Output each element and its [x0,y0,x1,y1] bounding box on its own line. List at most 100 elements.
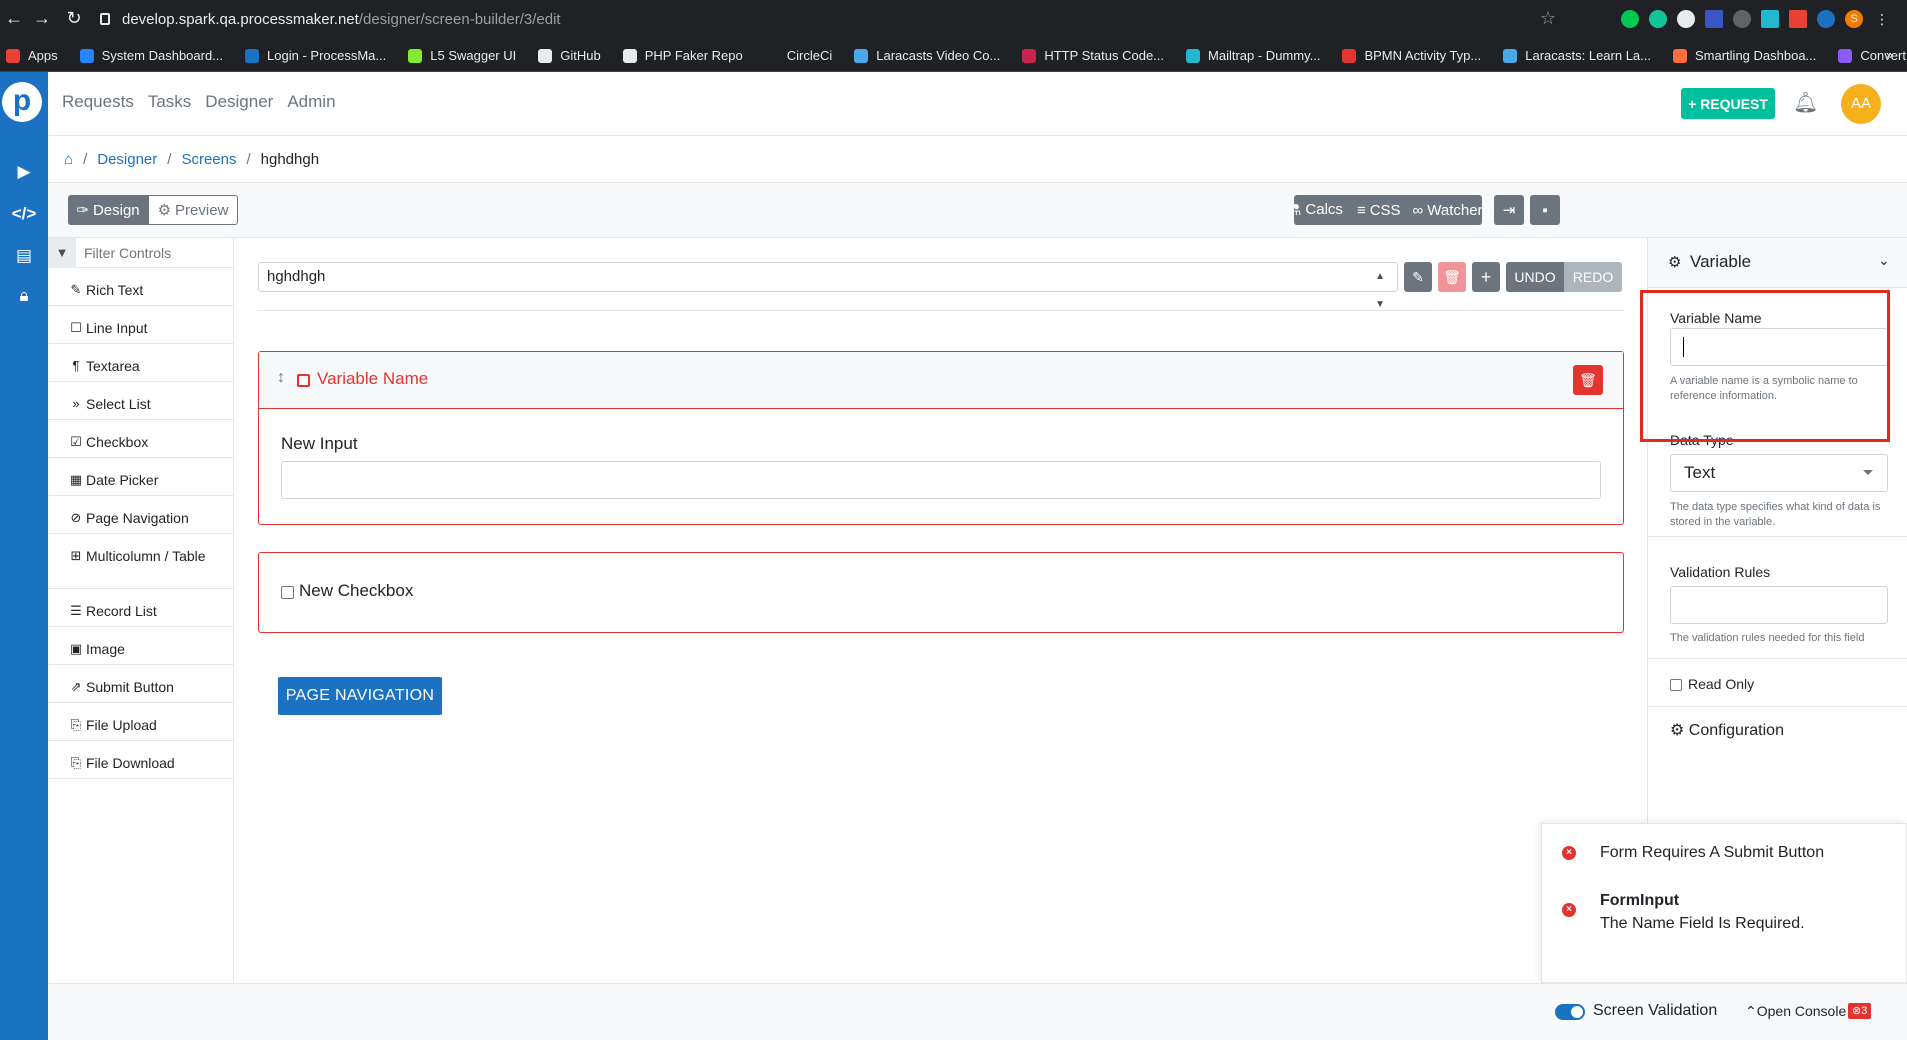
bookmark-item[interactable]: Login - ProcessMa... [245,48,386,63]
chevron-down-icon[interactable]: ⌄ [1878,252,1890,269]
delete-control-button[interactable]: 🗑︎ [1573,365,1603,395]
edit-page-button[interactable]: ✎ [1404,262,1432,292]
bookmark-item[interactable]: Apps [6,48,58,63]
bookmark-item[interactable]: CircleCi [764,48,832,63]
export-button[interactable]: ⇥ [1494,195,1524,225]
new-request-button[interactable]: + REQUEST [1681,88,1775,119]
processmaker-logo[interactable]: p [2,82,42,122]
error-title[interactable]: FormInput [1600,892,1679,910]
control-textarea[interactable]: ¶ Textarea [48,344,234,382]
nav-admin[interactable]: Admin [287,92,335,112]
validation-rules-input[interactable] [1670,586,1888,624]
extension-blue-icon[interactable] [1817,10,1835,28]
lock-icon[interactable]: 🔒︎ [10,284,38,308]
address-bar[interactable]: develop.spark.qa.processmaker.net/design… [100,6,1560,34]
extension-grammarly-icon[interactable] [1649,10,1667,28]
css-button[interactable]: ≡ CSS [1351,202,1407,219]
control-image[interactable]: ▣ Image [48,627,234,665]
code-icon[interactable]: </> [10,202,38,226]
new-input-field[interactable] [281,461,1601,499]
file-icon[interactable]: ▤ [10,244,38,268]
bookmark-item[interactable]: PHP Faker Repo [622,48,743,63]
data-type-select[interactable]: Text [1670,454,1888,492]
save-button[interactable]: ▪ [1530,195,1560,225]
screen-validation-toggle[interactable] [1555,1004,1585,1020]
play-circle-icon[interactable]: ▶ [10,160,38,184]
error-message[interactable]: Form Requires A Submit Button [1600,844,1824,862]
control-rich-text[interactable]: ✎ Rich Text [48,268,234,306]
drag-handle-icon[interactable]: ↕ [277,369,285,387]
filter-controls: ▼ [48,237,234,268]
redo-button[interactable]: REDO [1564,262,1622,292]
control-date-picker[interactable]: ▦ Date Picker [48,458,234,496]
extension-square-icon[interactable] [1705,10,1723,28]
bookmark-item[interactable]: HTTP Status Code... [1022,48,1164,63]
extension-icons: S ⋮ [1621,10,1891,28]
bookmark-star-icon[interactable]: ☆ [1536,8,1560,29]
control-multicolumn-table[interactable]: ⊞ Multicolumn / Table [48,534,234,589]
error-count-badge: ⊗3 [1848,1003,1872,1019]
nav-designer[interactable]: Designer [205,92,273,112]
control-file-upload[interactable]: ⎘ File Upload [48,703,234,741]
control-checkbox[interactable]: ☑ Checkbox [48,420,234,458]
control-page-navigation[interactable]: ⊘ Page Navigation [48,496,234,534]
bookmark-item[interactable]: Laracasts: Learn La... [1503,48,1651,63]
breadcrumb-screens[interactable]: Screens [181,151,236,168]
bookmark-item[interactable]: L5 Swagger UI [408,48,516,63]
bookmark-item[interactable]: System Dashboard... [79,48,223,63]
forward-arrow-icon[interactable]: → [30,8,54,29]
variable-section-header[interactable]: ⚙ Variable ⌄ [1648,238,1907,288]
nav-requests[interactable]: Requests [62,92,134,112]
section-divider [1648,706,1907,707]
bookmark-item[interactable]: GitHub [538,48,601,63]
lock-icon [100,13,110,25]
control-type-icon: ⎘ [70,755,82,770]
user-avatar[interactable]: AA [1841,84,1881,124]
screen-page-select[interactable]: hghdhgh ▲ ▼ [258,262,1398,310]
design-mode-button[interactable]: ✑ Design [68,195,148,225]
bell-icon[interactable]: 🔔︎ [1793,90,1818,115]
delete-page-button[interactable]: 🗑︎ [1438,262,1466,292]
read-only-checkbox[interactable] [1670,679,1682,691]
extension-teal-icon[interactable] [1761,10,1779,28]
bookmark-item[interactable]: Mailtrap - Dummy... [1186,48,1320,63]
control-type-icon: ✎ [70,282,82,297]
extension-red-icon[interactable] [1789,10,1807,28]
back-arrow-icon[interactable]: ← [2,8,26,29]
watchers-button[interactable]: ∞ Watchers [1407,202,1497,219]
control-select-list[interactable]: » Select List [48,382,234,420]
drafting-compass-icon: ✑ [76,202,89,219]
browser-menu-icon[interactable]: ⋮ [1873,10,1891,28]
extension-v-icon[interactable] [1621,10,1639,28]
page-navigation-button[interactable]: PAGE NAVIGATION [278,677,442,715]
selected-screen: hghdhgh [267,268,326,285]
home-icon[interactable]: ⌂ [64,151,73,168]
extension-circle-icon[interactable] [1677,10,1695,28]
selected-line-input[interactable]: ↕ Variable Name 🗑︎ New Input [258,351,1624,525]
control-submit-button[interactable]: ⇗ Submit Button [48,665,234,703]
cogs-icon: ⚙ [157,202,172,219]
profile-avatar[interactable]: S [1845,10,1863,28]
extension-cy-icon[interactable] [1733,10,1751,28]
undo-button[interactable]: UNDO [1506,262,1564,292]
configuration-section-header[interactable]: ⚙ Configuration [1670,720,1784,740]
preview-mode-button[interactable]: ⚙ Preview [148,195,238,225]
control-record-list[interactable]: ☰ Record List [48,589,234,627]
calcs-button[interactable]: ⚗ Calcs [1280,201,1351,219]
filter-controls-input[interactable] [76,238,232,267]
bookmarks-overflow-icon[interactable]: » [1886,47,1893,62]
control-file-download[interactable]: ⎘ File Download [48,741,234,779]
bookmark-item[interactable]: Smartling Dashboa... [1673,48,1816,63]
bookmark-item[interactable]: BPMN Activity Typ... [1342,48,1481,63]
reload-icon[interactable]: ↻ [62,8,86,29]
add-page-button[interactable]: + [1472,262,1500,292]
breadcrumb-designer[interactable]: Designer [97,151,157,168]
control-line-input[interactable]: ☐ Line Input [48,306,234,344]
new-checkbox-control[interactable]: New Checkbox [258,552,1624,633]
bookmark-item[interactable]: Laracasts Video Co... [854,48,1000,63]
bookmark-item[interactable]: Convert WEBM to... [1838,48,1907,63]
open-console-button[interactable]: ⌃Open Console [1745,1003,1846,1020]
nav-tasks[interactable]: Tasks [148,92,191,112]
new-checkbox[interactable] [281,586,294,599]
url-path: /designer/screen-builder/3/edit [358,11,561,28]
